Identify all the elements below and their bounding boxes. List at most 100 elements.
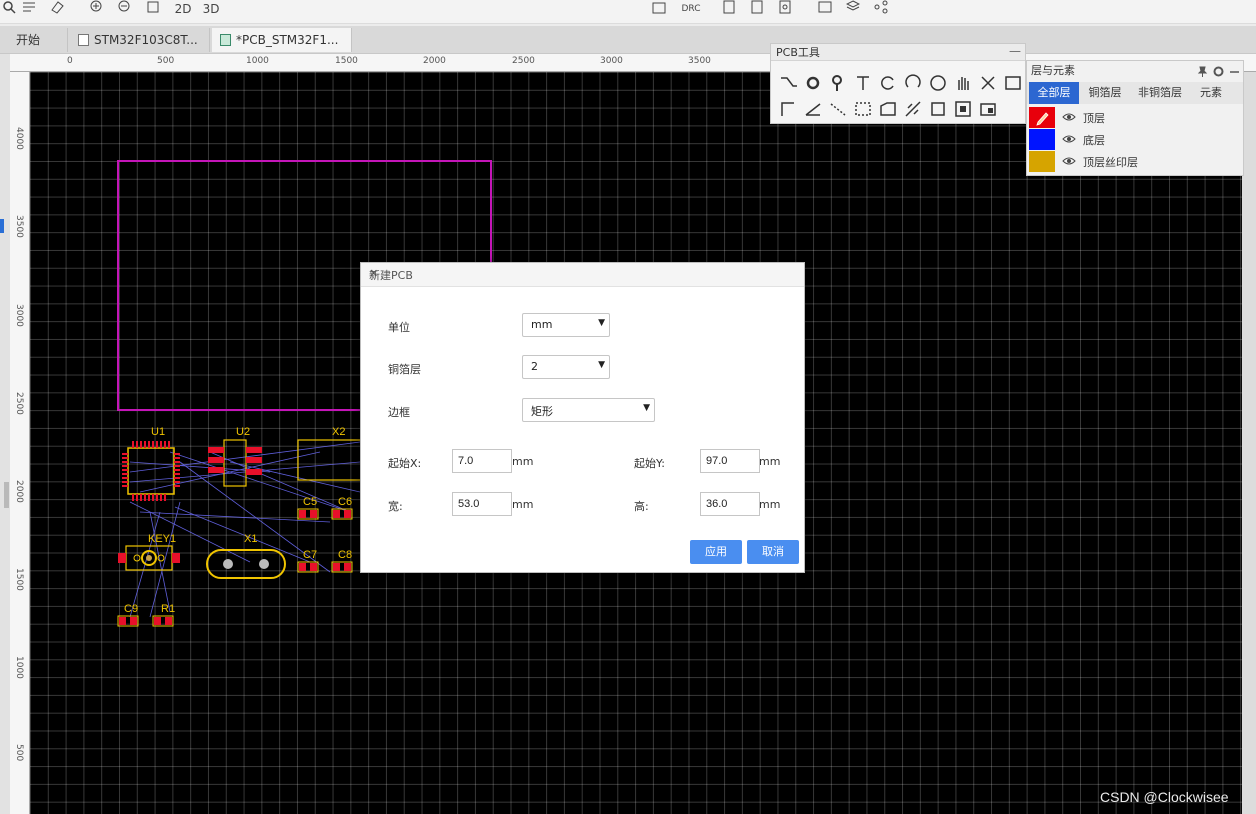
import-icon[interactable] [652, 0, 668, 18]
c5-footprint[interactable] [297, 508, 319, 520]
image-icon[interactable] [818, 0, 834, 18]
component-label: C9 [124, 603, 139, 615]
unit-select[interactable]: mm ▼ [522, 313, 610, 337]
eraser-icon[interactable] [50, 0, 66, 18]
list-icon[interactable] [22, 0, 38, 18]
apply-button[interactable]: 应用 [690, 540, 742, 564]
layer-color-swatch[interactable] [1029, 151, 1055, 172]
pcb-document-icon [220, 34, 231, 46]
image-tool-icon[interactable] [1002, 72, 1024, 94]
share-icon[interactable] [874, 0, 890, 18]
start-x-input[interactable] [452, 449, 512, 473]
sidebar-marker [0, 219, 4, 233]
layer-row-bottom[interactable]: 底层 [1027, 129, 1243, 150]
corner-tool-icon[interactable] [777, 98, 799, 120]
v-ruler-label: 1000 [14, 656, 24, 679]
dialog-titlebar[interactable]: 新建PCB ✕ [361, 263, 804, 287]
minimize-button[interactable]: — [1009, 44, 1021, 58]
r1-footprint[interactable] [152, 615, 174, 627]
component-label: KEY1 [148, 533, 177, 545]
tab-start[interactable]: 开始 [8, 28, 68, 52]
group-tool-icon[interactable] [952, 98, 974, 120]
rect-select-tool-icon[interactable] [852, 98, 874, 120]
fit-view-icon[interactable] [146, 0, 162, 18]
board-tool-icon[interactable] [977, 98, 999, 120]
start-x-unit: mm [512, 455, 534, 468]
v-ruler-label: 3500 [14, 215, 24, 238]
tab-all-layers[interactable]: 全部层 [1029, 82, 1079, 104]
view-2d-button[interactable]: 2D [172, 0, 194, 18]
bom-icon[interactable] [722, 0, 738, 18]
close-icon[interactable]: ✕ [369, 267, 795, 280]
layer-color-swatch[interactable] [1029, 129, 1055, 150]
u1-footprint[interactable] [122, 441, 180, 501]
v-ruler-label: 4000 [14, 127, 24, 150]
height-input[interactable] [700, 492, 760, 516]
h-ruler-label: 2500 [512, 56, 535, 66]
zoom-out-icon[interactable] [118, 0, 134, 18]
gerber-icon[interactable] [750, 0, 766, 18]
c7-footprint[interactable] [297, 561, 319, 573]
tab-copper-layers[interactable]: 铜箔层 [1081, 82, 1129, 104]
watermark-text: CSDN @Clockwisee [1100, 789, 1229, 805]
eye-icon[interactable] [1062, 133, 1076, 145]
h-ruler-label: 1000 [246, 56, 269, 66]
hand-tool-icon[interactable] [952, 72, 974, 94]
eye-icon[interactable] [1062, 111, 1076, 123]
x1-footprint[interactable] [206, 549, 286, 579]
copper-layers-select[interactable]: 2 ▼ [522, 355, 610, 379]
view-3d-button[interactable]: 3D [200, 0, 222, 18]
left-sidebar-strip [0, 54, 10, 814]
tab-schematic[interactable]: STM32F103C8T... [70, 28, 210, 52]
tab-non-copper-layers[interactable]: 非铜箔层 [1131, 82, 1189, 104]
pin-icon[interactable] [1197, 66, 1208, 77]
sidebar-collapse-handle[interactable] [4, 482, 9, 508]
pad-tool-icon[interactable] [802, 72, 824, 94]
rectangle-tool-icon[interactable] [927, 98, 949, 120]
copper-area-tool-icon[interactable] [877, 98, 899, 120]
search-icon[interactable] [2, 0, 18, 18]
angle-tool-icon[interactable] [802, 98, 824, 120]
border-select[interactable]: 矩形 ▼ [522, 398, 655, 422]
drc-button[interactable]: DRC [680, 0, 702, 18]
eye-icon[interactable] [1062, 155, 1076, 167]
arc-center-tool-icon[interactable] [902, 72, 924, 94]
cutout-tool-icon[interactable] [902, 98, 924, 120]
layer-row-top-silk[interactable]: 顶层丝印层 [1027, 151, 1243, 172]
height-unit: mm [759, 498, 781, 511]
start-y-input[interactable] [700, 449, 760, 473]
layer-row-top[interactable]: 顶层 [1027, 107, 1243, 128]
track-tool-icon[interactable] [777, 72, 799, 94]
start-y-label: 起始Y: [634, 457, 665, 470]
c6-footprint[interactable] [331, 508, 353, 520]
v-ruler-label: 3000 [14, 304, 24, 327]
dimension-tool-icon[interactable] [827, 98, 849, 120]
width-input[interactable] [452, 492, 512, 516]
arc-tool-icon[interactable] [877, 72, 899, 94]
c9-footprint[interactable] [117, 615, 139, 627]
chevron-down-icon: ▼ [598, 318, 605, 328]
tab-elements[interactable]: 元素 [1191, 82, 1231, 104]
text-tool-icon[interactable] [852, 72, 874, 94]
right-sidebar-strip [1242, 72, 1256, 814]
layers-panel-title: 层与元素 [1031, 64, 1075, 77]
component-label: U1 [151, 426, 166, 438]
gear-icon[interactable] [1213, 66, 1224, 77]
copper-layers-value: 2 [531, 360, 538, 373]
chevron-down-icon: ▼ [598, 360, 605, 370]
layer-name: 顶层 [1083, 112, 1105, 125]
minimize-icon[interactable] [1229, 66, 1240, 77]
circle-tool-icon[interactable] [927, 72, 949, 94]
via-tool-icon[interactable] [827, 72, 849, 94]
v-ruler-label: 2000 [14, 480, 24, 503]
layer-color-swatch[interactable] [1029, 107, 1055, 128]
tab-pcb[interactable]: *PCB_STM32F1... [212, 28, 352, 52]
c8-footprint[interactable] [331, 561, 353, 573]
layers-icon[interactable] [846, 0, 862, 18]
settings-icon[interactable] [778, 0, 794, 18]
h-ruler-label: 500 [157, 56, 175, 66]
move-tool-icon[interactable] [977, 72, 999, 94]
zoom-in-icon[interactable] [90, 0, 106, 18]
cancel-button[interactable]: 取消 [747, 540, 799, 564]
component-label: C6 [338, 496, 353, 508]
